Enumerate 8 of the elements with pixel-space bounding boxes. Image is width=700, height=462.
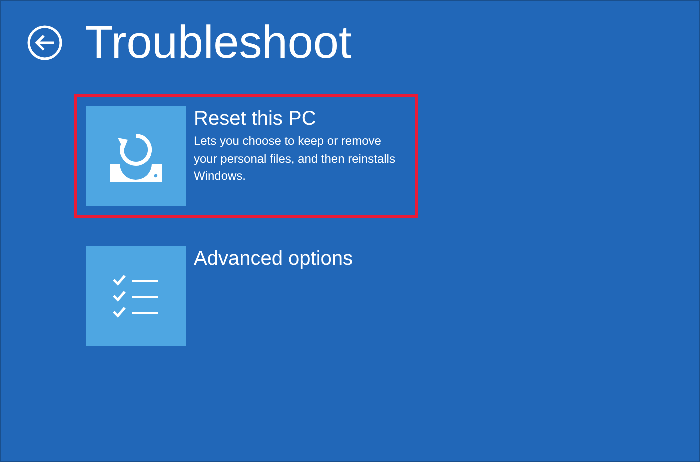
page-title: Troubleshoot — [85, 15, 352, 70]
option-label: Reset this PC — [194, 108, 318, 130]
option-item[interactable]: Advanced options — [74, 234, 418, 358]
option-description: Lets you choose to keep or remove your personal files, and then reinstalls Windows. — [194, 133, 396, 185]
option-item[interactable]: Reset this PC Lets you choose to keep or remove your personal files, and then reinstalls Windows. — [74, 94, 418, 218]
option-label: Advanced options — [194, 248, 354, 270]
back-button[interactable] — [27, 24, 63, 61]
checklist-icon — [112, 274, 160, 318]
